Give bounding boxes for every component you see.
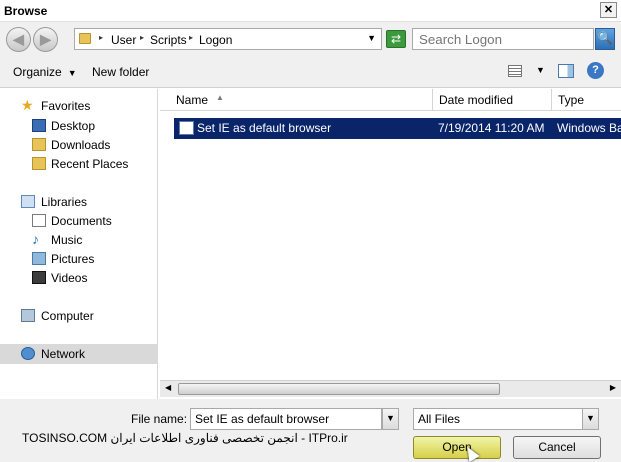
file-name-label: File name: [131,412,188,426]
close-button[interactable]: ✕ [600,2,617,18]
star-icon: ★ [21,97,34,113]
libraries-icon [21,195,35,208]
recent-places-icon [32,157,46,170]
refresh-icon: ⇄ [390,32,402,46]
scrollbar-thumb[interactable] [178,383,500,395]
column-header: Name ▲ Date modified Type [160,89,621,111]
file-name-field[interactable]: Set IE as default browser [190,408,382,430]
search-input[interactable] [412,28,594,50]
organize-label: Organize [13,65,62,79]
scroll-left-icon[interactable]: ◀ [165,383,171,392]
computer-icon [21,309,35,322]
file-date: 7/19/2014 11:20 AM [438,121,545,135]
desktop-icon [32,119,46,132]
sidebar-item-label: Videos [51,271,88,285]
back-button[interactable]: ◀ [6,27,31,52]
search-icon: 🔍 [597,31,613,45]
sidebar-item-label: Network [41,347,86,361]
column-date-modified[interactable]: Date modified [433,89,552,111]
sidebar-item-recent-places[interactable]: Recent Places [0,155,158,173]
sort-ascending-icon: ▲ [216,93,224,102]
help-icon[interactable]: ? [587,62,604,79]
organize-button[interactable]: Organize ▼ [13,65,77,79]
new-folder-button[interactable]: New folder [92,65,149,79]
title-bar: Browse ✕ [0,0,621,22]
forward-button[interactable]: ▶ [33,27,58,52]
preview-pane-icon[interactable] [558,64,574,78]
sidebar-item-music[interactable]: ♪ Music [0,231,158,249]
breadcrumb-user[interactable]: User [111,33,136,47]
search-button[interactable]: 🔍 [595,28,615,50]
open-button[interactable]: Open [413,436,501,459]
close-icon: ✕ [603,4,614,16]
videos-icon [32,271,46,284]
sidebar-item-label: Downloads [51,138,111,152]
sidebar-item-libraries[interactable]: Libraries [0,193,158,211]
navigation-bar: ◀ ▶ ▸ User ▸ Scripts ▸ Logon ▼ ⇄ 🔍 [0,22,621,56]
refresh-button[interactable]: ⇄ [386,30,406,48]
address-bar[interactable]: ▸ User ▸ Scripts ▸ Logon ▼ [74,28,382,50]
file-row[interactable]: Set IE as default browser 7/19/2014 11:2… [174,118,621,139]
sidebar-item-label: Music [51,233,83,247]
column-type[interactable]: Type [552,89,621,111]
chevron-down-icon: ▼ [67,68,77,78]
breadcrumb-separator[interactable]: ▸ [99,33,103,42]
sidebar-item-documents[interactable]: Documents [0,212,158,230]
view-dropdown-icon[interactable]: ▼ [536,65,545,75]
breadcrumb-scripts[interactable]: Scripts [150,33,187,47]
batch-file-icon [179,121,194,135]
network-icon [21,347,35,360]
sidebar-item-label: Documents [51,214,112,228]
file-type: Windows Batch File [557,121,621,135]
music-icon: ♪ [32,231,39,247]
cancel-button[interactable]: Cancel [513,436,601,459]
forward-arrow-icon: ▶ [40,31,51,47]
sidebar-item-label: Libraries [41,195,88,209]
command-toolbar: Organize ▼ New folder ▼ ? [0,56,621,88]
column-type-label: Type [558,93,585,107]
sidebar-item-network[interactable]: Network [0,344,158,364]
scroll-right-icon[interactable]: ▶ [610,383,616,392]
sidebar-item-computer[interactable]: Computer [0,307,158,325]
file-type-select[interactable]: All Files [413,408,583,430]
sidebar-item-label: Computer [41,309,94,323]
sidebar-item-downloads[interactable]: Downloads [0,136,158,154]
window-title: Browse [4,4,48,18]
column-name[interactable]: Name ▲ [170,89,433,111]
watermark-text: TOSINSO.COM انجمن تخصصی فناوری اطلاعات ا… [22,431,348,445]
breadcrumb-separator[interactable]: ▸ [140,33,144,42]
sidebar-item-label: Pictures [51,252,95,266]
documents-icon [32,214,46,227]
change-view-icon[interactable] [508,65,522,77]
file-list: Name ▲ Date modified Type Set IE as defa… [160,89,621,399]
sidebar-item-pictures[interactable]: Pictures [0,250,158,268]
horizontal-scrollbar[interactable]: ◀ ▶ [160,380,621,397]
sidebar-item-videos[interactable]: Videos [0,269,158,287]
folder-icon [79,33,91,44]
pictures-icon [32,252,46,265]
downloads-icon [32,138,46,151]
file-type-dropdown-icon[interactable]: ▼ [582,408,599,430]
back-arrow-icon: ◀ [13,31,24,47]
breadcrumb-separator[interactable]: ▸ [189,33,193,42]
sidebar-item-desktop[interactable]: Desktop [0,117,158,135]
sidebar-item-label: Favorites [41,99,91,113]
column-name-label: Name [176,93,209,107]
sidebar-item-label: Recent Places [51,157,129,171]
sidebar-item-label: Desktop [51,119,96,133]
breadcrumb-logon[interactable]: Logon [199,33,232,47]
navigation-pane: ★ Favorites Desktop Downloads Recent Pla… [0,89,158,399]
file-name: Set IE as default browser [197,121,332,135]
column-date-label: Date modified [439,93,514,107]
file-name-dropdown-icon[interactable]: ▼ [382,408,399,430]
sidebar-item-favorites[interactable]: ★ Favorites [0,97,158,115]
address-dropdown-icon[interactable]: ▼ [367,33,376,43]
